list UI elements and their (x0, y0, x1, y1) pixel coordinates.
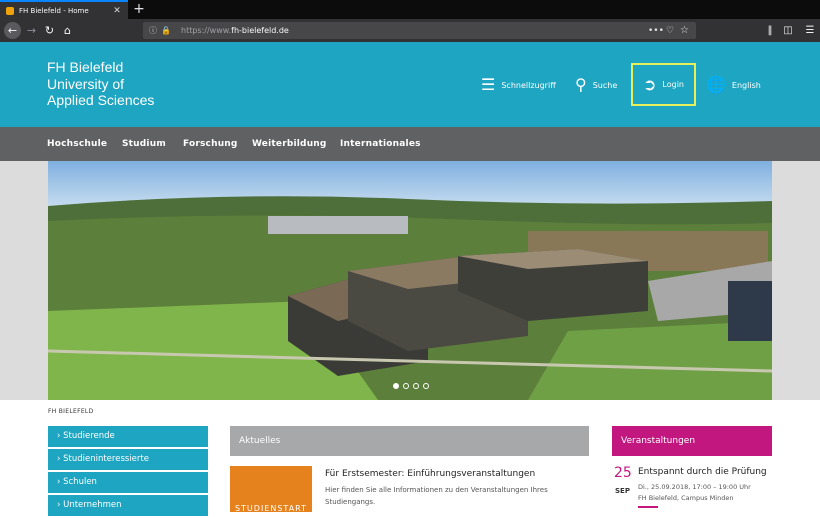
news-image[interactable]: STUDIENSTART (230, 466, 312, 512)
event-time: Di., 25.09.2018, 17:00 – 19:00 Uhr (638, 483, 751, 491)
list-icon: ☰ (481, 75, 496, 94)
browser-toolbar: ← → ↻ ⌂ ⓘ 🔒 https://www.fh-bielefeld.de … (0, 19, 820, 42)
hamburger-menu-icon[interactable]: ☰ (802, 22, 818, 39)
carousel-dot-2[interactable] (403, 383, 409, 389)
tab-title: FH Bielefeld - Home (19, 6, 89, 15)
nav-item-weiterbildung[interactable]: Weiterbildung (252, 127, 327, 161)
new-tab-button[interactable]: + (132, 1, 146, 17)
site-favicon-icon (6, 6, 14, 15)
breadcrumb[interactable]: FH BIELEFELD (48, 408, 94, 415)
event-more-link[interactable] (638, 506, 658, 508)
logo-line-2: University of (47, 75, 125, 92)
quick-access-link[interactable]: ☰ Schnellzugriff (481, 75, 556, 95)
carousel-dot-1[interactable] (393, 383, 399, 389)
globe-icon: 🌐 (706, 75, 726, 94)
url-text[interactable]: https://www.fh-bielefeld.de (181, 26, 648, 35)
sidebar-icon[interactable]: ◫ (780, 22, 796, 39)
carousel-dot-3[interactable] (413, 383, 419, 389)
lock-icon: 🔒 (161, 26, 171, 35)
forward-icon[interactable]: → (23, 22, 40, 39)
main-navigation: Hochschule Studium Forschung Weiterbildu… (0, 127, 820, 161)
news-heading: Aktuelles (230, 426, 589, 456)
carousel-dots (393, 383, 429, 389)
login-icon: ➲ (643, 74, 657, 94)
sidebar-item-label: Schulen (63, 477, 97, 487)
news-item-title[interactable]: Für Erstsemester: Einführungsveranstaltu… (325, 469, 535, 479)
event-location: FH Bielefeld, Campus Minden (638, 494, 734, 502)
site-logo[interactable]: FH Bielefeld University of Applied Scien… (47, 59, 154, 109)
url-scheme: https://www. (181, 26, 232, 35)
carousel-dot-4[interactable] (423, 383, 429, 389)
browser-tab-bar: FH Bielefeld - Home ✕ + (0, 0, 820, 19)
sidebar-item-label: Studierende (63, 431, 115, 441)
reload-icon[interactable]: ↻ (41, 22, 58, 39)
event-title[interactable]: Entspannt durch die Prüfung (638, 467, 767, 477)
info-icon[interactable]: ⓘ (149, 25, 159, 36)
logo-line-3: Applied Sciences (47, 92, 155, 108)
logo-line-1: FH Bielefeld (47, 59, 124, 75)
sidebar-item-unternehmen[interactable]: › Unternehmen (48, 495, 208, 516)
language-link[interactable]: 🌐 English (706, 75, 761, 95)
hero-image (48, 161, 772, 400)
library-icon[interactable]: ‖ (762, 22, 778, 39)
home-icon[interactable]: ⌂ (59, 22, 76, 39)
site-header: FH Bielefeld University of Applied Scien… (0, 42, 820, 127)
login-label: Login (662, 80, 684, 89)
event-meta: Di., 25.09.2018, 17:00 – 19:00 Uhr FH Bi… (638, 482, 778, 504)
search-link[interactable]: ⚲ Suche (575, 75, 617, 95)
sidebar-item-label: Unternehmen (63, 500, 122, 510)
pocket-icon[interactable]: ♡ (666, 26, 680, 36)
language-label: English (731, 80, 761, 90)
nav-item-studium[interactable]: Studium (122, 127, 166, 161)
sidebar-item-schulen[interactable]: › Schulen (48, 472, 208, 493)
sidebar-item-studierende[interactable]: › Studierende (48, 426, 208, 447)
url-host: fh-bielefeld.de (231, 26, 289, 35)
event-month: SEP (615, 487, 630, 495)
events-heading: Veranstaltungen (612, 426, 772, 456)
login-button[interactable]: ➲ Login (631, 63, 696, 106)
sidebar-item-label: Studieninteressierte (63, 454, 149, 464)
close-icon[interactable]: ✕ (112, 6, 122, 16)
search-label: Suche (592, 80, 618, 90)
star-icon[interactable]: ☆ (680, 25, 696, 36)
news-item-description: Hier finden Sie alle Informationen zu de… (325, 486, 548, 506)
page-actions-icon[interactable]: ••• (648, 26, 666, 36)
search-icon: ⚲ (575, 75, 587, 94)
nav-item-internationales[interactable]: Internationales (340, 127, 421, 161)
audience-navigation: › Studierende › Studieninteressierte › S… (48, 426, 208, 518)
event-day: 25 (614, 465, 632, 481)
nav-item-forschung[interactable]: Forschung (183, 127, 238, 161)
back-icon[interactable]: ← (4, 22, 21, 39)
browser-tab[interactable]: FH Bielefeld - Home ✕ (0, 0, 128, 19)
nav-item-hochschule[interactable]: Hochschule (47, 127, 107, 161)
sidebar-item-studieninteressierte[interactable]: › Studieninteressierte (48, 449, 208, 470)
quick-access-label: Schnellzugriff (501, 80, 556, 90)
url-bar[interactable]: ⓘ 🔒 https://www.fh-bielefeld.de ••• ♡ ☆ (143, 22, 696, 39)
campus-photo (48, 161, 772, 400)
